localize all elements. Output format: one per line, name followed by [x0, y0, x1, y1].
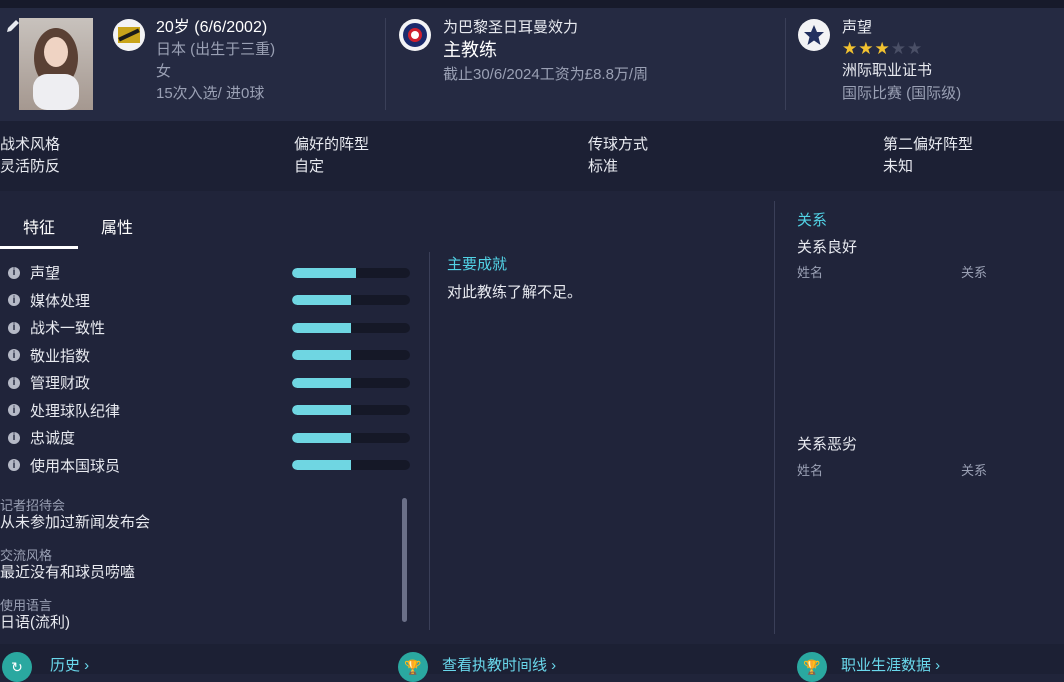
attribute-bar-fill — [292, 322, 351, 333]
passing-style-label: 传球方式 — [588, 136, 649, 153]
gender: 女 — [156, 63, 172, 80]
attribute-bar — [292, 377, 410, 388]
nationality: 日本 (出生于三重) — [156, 41, 276, 58]
attribute-bar-fill — [292, 350, 351, 360]
trophy-icon: 🏆 — [398, 652, 428, 682]
divider — [385, 18, 386, 110]
star-icon: ★ — [874, 39, 890, 58]
history-icon: ↻ — [2, 652, 32, 682]
reputation-stars: ★ ★ ★ ★ ★ — [842, 39, 923, 58]
attribute-bar-fill — [292, 460, 351, 470]
attribute-label: 管理财政 — [30, 375, 91, 392]
info-icon[interactable]: i — [8, 294, 20, 306]
info-icon[interactable]: i — [8, 266, 20, 279]
info-icon[interactable]: i — [8, 459, 20, 471]
attribute-bar-fill — [292, 377, 351, 388]
attribute-label: 忠诚度 — [30, 430, 76, 447]
attribute-row[interactable]: i 管理财政 — [8, 369, 418, 396]
attribute-row[interactable]: i 处理球队纪律 — [8, 397, 418, 424]
good-relations-name-col[interactable]: 姓名 — [797, 262, 823, 281]
preferred-formation-label: 偏好的阵型 — [294, 136, 370, 153]
attribute-row[interactable]: i 战术一致性 — [8, 314, 418, 341]
job-role: 主教练 — [443, 40, 497, 60]
tab-attributes[interactable]: 属性 — [78, 205, 156, 247]
attribute-bar-fill — [292, 432, 351, 443]
second-formation-value: 未知 — [883, 158, 914, 175]
good-relations-title: 关系良好 — [797, 239, 858, 256]
tactical-style-value: 灵活防反 — [0, 158, 61, 175]
attribute-bar-fill — [292, 295, 351, 305]
trophy-icon: 🏆 — [797, 652, 827, 682]
info-icon[interactable]: i — [8, 376, 20, 389]
attribute-row[interactable]: i 敬业指数 — [8, 342, 418, 369]
attribute-label: 处理球队纪律 — [30, 402, 121, 420]
info-icon[interactable]: i — [8, 404, 20, 416]
attribute-bar — [292, 267, 410, 278]
history-link[interactable]: 历史 › — [50, 654, 89, 675]
info-icon[interactable]: i — [8, 321, 20, 334]
attribute-row[interactable]: i 忠诚度 — [8, 424, 418, 451]
licence: 洲际职业证书 — [842, 62, 933, 79]
attribute-row[interactable]: i 声望 — [8, 259, 418, 286]
age-dob: 20岁 (6/6/2002) — [156, 19, 268, 36]
contract-info: 截止30/6/2024工资为£8.8万/周 — [443, 66, 649, 83]
star-icon: ★ — [907, 39, 923, 58]
attribute-bar — [292, 295, 410, 305]
club-label[interactable]: 为巴黎圣日耳曼效力 — [443, 17, 578, 39]
timeline-link[interactable]: 查看执教时间线 › — [442, 654, 556, 675]
attribute-bar — [292, 322, 410, 333]
scrollbar[interactable] — [402, 498, 407, 622]
attribute-label: 敬业指数 — [30, 347, 91, 365]
bad-relations-rel-col[interactable]: 关系 — [961, 460, 987, 479]
achievements-text: 对此教练了解不足。 — [447, 284, 583, 301]
attribute-label: 媒体处理 — [30, 292, 91, 310]
divider — [785, 18, 786, 110]
club-crest-icon[interactable] — [399, 19, 431, 51]
press-conference-value: 从未参加过新闻发布会 — [0, 514, 151, 531]
attribute-bar-fill — [292, 405, 351, 415]
passing-style-value: 标准 — [588, 158, 619, 175]
top-strip — [0, 0, 1064, 8]
star-icon: ★ — [842, 39, 858, 58]
tab-traits[interactable]: 特征 — [0, 205, 78, 247]
preferred-formation-value: 自定 — [294, 158, 325, 175]
career-stats-link[interactable]: 职业生涯数据 › — [841, 654, 940, 675]
divider — [429, 252, 430, 630]
tactical-style-label: 战术风格 — [0, 136, 61, 153]
communication-style-value: 最近没有和球员唠嗑 — [0, 564, 136, 581]
info-icon[interactable]: i — [8, 431, 20, 444]
info-icon[interactable]: i — [8, 349, 20, 361]
bad-relations-title: 关系恶劣 — [797, 436, 858, 453]
languages-value: 日语(流利) — [0, 614, 70, 631]
attribute-bar — [292, 460, 410, 470]
nation-flag-icon — [113, 19, 145, 51]
attribute-bar — [292, 405, 410, 415]
reputation-label: 声望 — [842, 19, 873, 36]
attribute-label: 使用本国球员 — [30, 457, 121, 475]
attribute-row[interactable]: i 使用本国球员 — [8, 452, 418, 479]
avatar — [19, 18, 93, 110]
bad-relations-name-col[interactable]: 姓名 — [797, 460, 823, 479]
good-relations-rel-col[interactable]: 关系 — [961, 262, 987, 281]
attribute-bar — [292, 350, 410, 360]
star-icon: ★ — [890, 39, 906, 58]
attribute-bar-fill — [292, 267, 356, 278]
attribute-label: 声望 — [30, 265, 61, 282]
attribute-row[interactable]: i 媒体处理 — [8, 287, 418, 314]
star-badge-icon — [798, 19, 830, 51]
active-tab-indicator — [0, 246, 78, 249]
achievements-title: 主要成就 — [447, 256, 508, 273]
attribute-bar — [292, 432, 410, 443]
reputation-level: 国际比赛 (国际级) — [842, 85, 962, 102]
attribute-label: 战术一致性 — [30, 320, 106, 337]
divider — [774, 201, 775, 634]
second-formation-label: 第二偏好阵型 — [883, 136, 974, 153]
relations-title: 关系 — [797, 212, 828, 229]
star-icon: ★ — [858, 39, 874, 58]
international-caps[interactable]: 15次入选/ 进0球 — [156, 83, 264, 105]
